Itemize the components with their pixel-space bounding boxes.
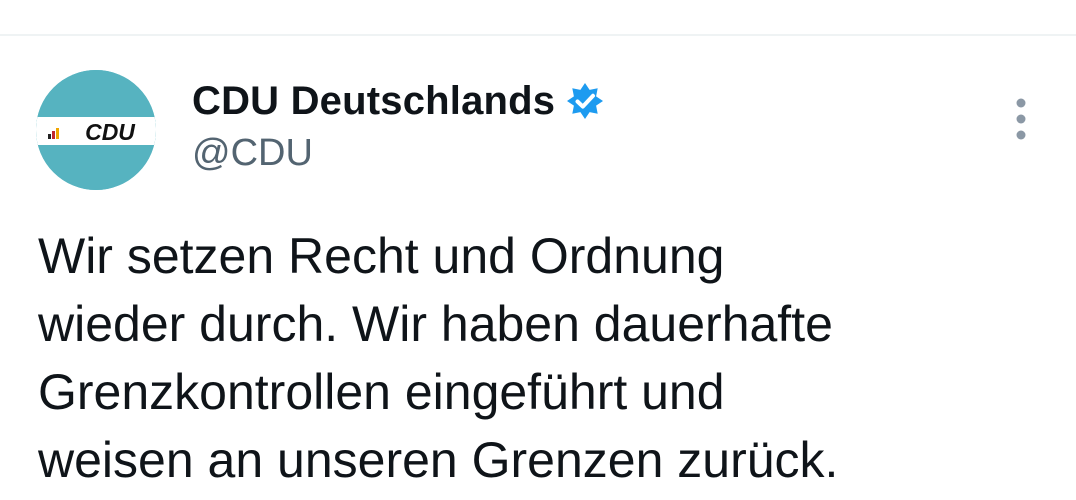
divider: [0, 34, 1076, 36]
verified-badge-icon[interactable]: [565, 81, 605, 121]
tweet-text-line: Wir setzen Recht und Ordnung: [38, 228, 725, 284]
author-name-row: CDU Deutschlands: [192, 76, 605, 126]
display-name[interactable]: CDU Deutschlands: [192, 79, 555, 124]
tweet-text: Wir setzen Recht und Ordnung wieder durc…: [38, 222, 1048, 494]
avatar-logo-text: CDU: [85, 119, 136, 145]
account-handle[interactable]: @CDU: [192, 132, 313, 175]
avatar[interactable]: CDU: [36, 70, 156, 190]
more-vertical-icon[interactable]: [1006, 96, 1036, 142]
tweet-view: CDU CDU Deutschlands @CDU Wir setzen Rec…: [0, 0, 1076, 500]
cdu-logo: CDU: [36, 70, 156, 190]
tweet-text-line: Grenzkontrollen eingeführt und: [38, 364, 725, 420]
tweet-text-line: wieder durch. Wir haben dauerhafte: [38, 296, 833, 352]
tweet-text-line: weisen an unseren Grenzen zurück.: [38, 432, 839, 488]
